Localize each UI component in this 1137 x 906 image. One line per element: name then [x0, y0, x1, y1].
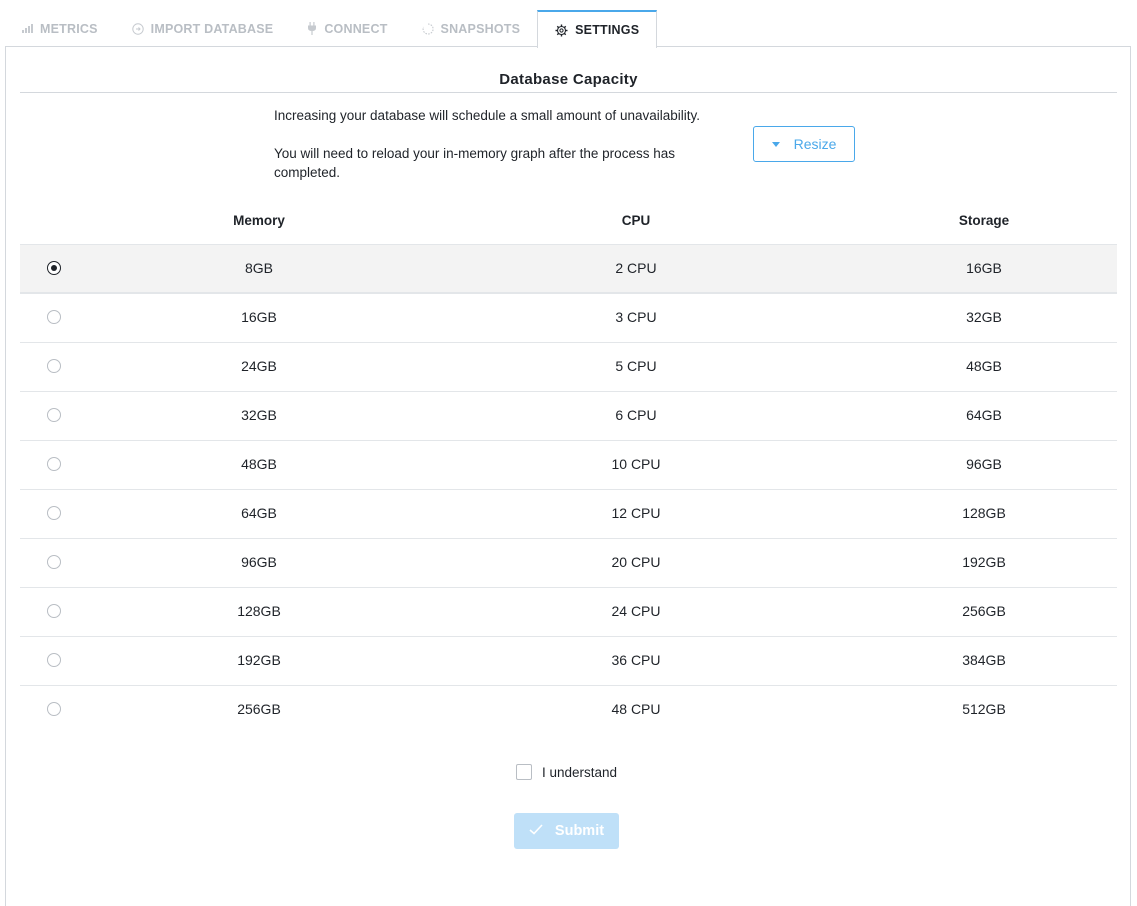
- cell-cpu: 36 CPU: [611, 652, 661, 668]
- understand-checkbox-field[interactable]: I understand: [516, 764, 617, 780]
- table-row[interactable]: 48GB 10 CPU 96GB: [20, 440, 1117, 489]
- table-row[interactable]: 192GB 36 CPU 384GB: [20, 636, 1117, 685]
- tab-connect[interactable]: CONNECT: [290, 10, 404, 47]
- tab-label: CONNECT: [324, 21, 388, 36]
- section-divider: [20, 92, 1117, 93]
- cell-storage: 256GB: [962, 603, 1006, 619]
- table-header: Memory CPU Storage: [20, 200, 1117, 244]
- cell-memory: 8GB: [244, 260, 274, 276]
- understand-checkbox[interactable]: [516, 764, 532, 780]
- tab-label: SNAPSHOTS: [440, 21, 521, 36]
- radio-button[interactable]: [47, 702, 61, 716]
- import-icon: [131, 22, 144, 35]
- cell-storage: 16GB: [966, 260, 1002, 276]
- cell-storage: 32GB: [966, 309, 1002, 325]
- notice-line-1: Increasing your database will schedule a…: [274, 108, 700, 123]
- table-row[interactable]: 8GB 2 CPU 16GB: [20, 244, 1117, 293]
- table-row[interactable]: 24GB 5 CPU 48GB: [20, 342, 1117, 391]
- cell-cpu: 10 CPU: [611, 456, 661, 472]
- submit-button-label: Submit: [554, 823, 605, 839]
- cell-storage: 512GB: [962, 701, 1006, 717]
- cell-memory: 64GB: [241, 505, 277, 521]
- cell-cpu: 48 CPU: [611, 701, 661, 717]
- section-header: Database Capacity: [20, 71, 1117, 93]
- gear-icon: [555, 24, 568, 37]
- snapshot-icon: [422, 22, 434, 35]
- table-row[interactable]: 16GB 3 CPU 32GB: [20, 293, 1117, 342]
- understand-label: I understand: [542, 764, 618, 780]
- cell-cpu: 24 CPU: [611, 603, 661, 619]
- cell-storage: 48GB: [966, 358, 1002, 374]
- radio-button[interactable]: [47, 310, 61, 324]
- tab-label: SETTINGS: [575, 23, 640, 37]
- tab-bar: METRICS IMPORT DATABASE CONNECT SNAPSHOT…: [5, 10, 1132, 48]
- notice-line-2: You will need to reload your in-memory g…: [274, 146, 675, 180]
- submit-button[interactable]: Submit: [514, 813, 619, 849]
- tab-metrics[interactable]: METRICS: [5, 10, 115, 47]
- section-title: Database Capacity: [485, 71, 652, 88]
- capacity-table: 8GB 2 CPU 16GB 16GB 3 CPU 32GB 24GB 5 CP…: [20, 244, 1117, 734]
- cell-cpu: 2 CPU: [615, 260, 657, 276]
- cell-cpu: 20 CPU: [611, 554, 661, 570]
- resize-button[interactable]: Resize: [753, 126, 855, 162]
- radio-button[interactable]: [47, 653, 61, 667]
- table-row[interactable]: 64GB 12 CPU 128GB: [20, 489, 1117, 538]
- radio-button[interactable]: [47, 408, 61, 422]
- cell-memory: 96GB: [241, 554, 277, 570]
- cell-memory: 16GB: [241, 309, 277, 325]
- radio-button[interactable]: [47, 457, 61, 471]
- radio-button[interactable]: [47, 555, 61, 569]
- cell-cpu: 5 CPU: [615, 358, 657, 374]
- radio-button[interactable]: [47, 604, 61, 618]
- cell-storage: 96GB: [966, 456, 1002, 472]
- tab-label: IMPORT DATABASE: [150, 21, 274, 36]
- tab-import-database[interactable]: IMPORT DATABASE: [115, 10, 291, 47]
- cell-memory: 128GB: [237, 603, 281, 619]
- plug-icon: [307, 22, 317, 35]
- table-row[interactable]: 128GB 24 CPU 256GB: [20, 587, 1117, 636]
- header-cpu: CPU: [621, 213, 651, 228]
- resize-notice: Increasing your database will schedule a…: [274, 106, 734, 182]
- bar-chart-icon: [22, 24, 33, 33]
- tab-settings[interactable]: SETTINGS: [537, 10, 658, 48]
- cell-storage: 384GB: [962, 652, 1006, 668]
- resize-button-label: Resize: [793, 136, 837, 152]
- table-row[interactable]: 32GB 6 CPU 64GB: [20, 391, 1117, 440]
- radio-button[interactable]: [47, 506, 61, 520]
- cell-memory: 256GB: [237, 701, 281, 717]
- radio-button[interactable]: [47, 359, 61, 373]
- header-storage: Storage: [958, 213, 1010, 228]
- cell-storage: 128GB: [962, 505, 1006, 521]
- tab-snapshots[interactable]: SNAPSHOTS: [405, 10, 538, 47]
- table-row[interactable]: 96GB 20 CPU 192GB: [20, 538, 1117, 587]
- cell-cpu: 3 CPU: [615, 309, 657, 325]
- checkmark-icon: [529, 823, 543, 839]
- tab-label: METRICS: [40, 21, 98, 36]
- caret-down-icon: [771, 141, 780, 147]
- radio-button[interactable]: [47, 261, 61, 275]
- table-row[interactable]: 256GB 48 CPU 512GB: [20, 685, 1117, 734]
- cell-cpu: 6 CPU: [615, 407, 657, 423]
- cell-memory: 48GB: [241, 456, 277, 472]
- cell-memory: 192GB: [237, 652, 281, 668]
- cell-cpu: 12 CPU: [611, 505, 661, 521]
- cell-memory: 24GB: [241, 358, 277, 374]
- header-memory: Memory: [233, 213, 285, 228]
- cell-memory: 32GB: [241, 407, 277, 423]
- cell-storage: 64GB: [966, 407, 1002, 423]
- cell-storage: 192GB: [962, 554, 1006, 570]
